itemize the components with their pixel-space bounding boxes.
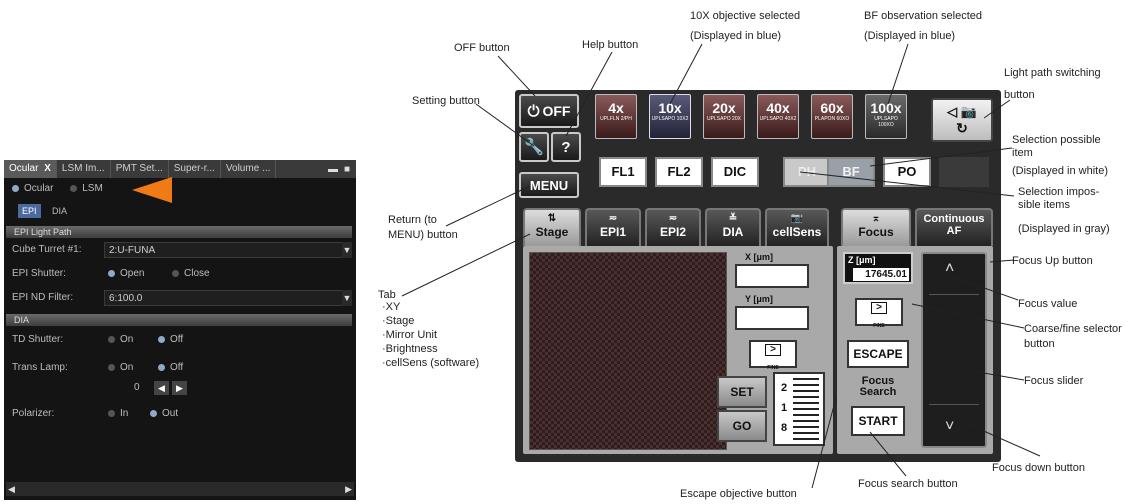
- callout-coarse-fine: Coarse/fine selector button: [1024, 323, 1122, 350]
- escape-objective-leader-line: [811, 397, 837, 489]
- callout-bf-note: (Displayed in blue): [864, 30, 956, 42]
- callout-tab-item: ·Mirror Unit: [382, 329, 437, 341]
- impossible-leader-line: [799, 171, 1015, 197]
- callout-escape-objective: Escape objective button: [680, 488, 797, 500]
- help-leader-line: [565, 51, 613, 137]
- callout-focus-up: Focus Up button: [1012, 255, 1093, 267]
- off-leader-line: [497, 55, 536, 97]
- objective-leader-line: [669, 43, 703, 105]
- callout-bf-selected: BF observation selected: [864, 10, 983, 22]
- callout-tab-item: ·cellSens (software): [382, 357, 480, 369]
- callout-light-path: Light path switching button: [1004, 67, 1101, 101]
- callout-possible-note: (Displayed in white): [1012, 165, 1108, 177]
- callout-selection-possible: Selection possible item: [1012, 134, 1101, 159]
- callout-help-button: Help button: [582, 39, 639, 51]
- callout-focus-value: Focus value: [1018, 298, 1078, 310]
- callout-tab-item: ·Stage: [382, 315, 415, 327]
- callout-selection-impossible: Selection impos-sible items: [1018, 186, 1100, 211]
- focus-slider-leader-line: [965, 369, 1025, 381]
- callout-return-menu: Return (to MENU) button: [388, 214, 458, 241]
- tab-leader-line: [401, 233, 531, 297]
- bf-leader-line: [887, 43, 909, 105]
- callout-focus-down: Focus down button: [992, 462, 1085, 474]
- callout-objective-note: (Displayed in blue): [690, 30, 782, 42]
- focus-search-leader-line: [869, 431, 907, 477]
- callout-focus-search: Focus search button: [858, 478, 958, 490]
- coarse-fine-leader-line: [911, 303, 1025, 329]
- focus-value-leader-line: [927, 267, 1019, 301]
- callout-impossible-note: (Displayed in gray): [1018, 223, 1110, 235]
- callout-focus-slider: Focus slider: [1024, 375, 1084, 387]
- callout-leader-lines: [401, 43, 1041, 489]
- callout-setting-button: Setting button: [412, 95, 480, 107]
- callout-off-button: OFF button: [454, 42, 510, 54]
- setting-leader-line: [475, 103, 535, 147]
- possible-leader-line: [869, 147, 1013, 167]
- focus-up-leader-line: [989, 259, 1015, 263]
- callout-tab-item: ·XY: [382, 301, 401, 313]
- callout-objective-selected: 10X objective selected: [690, 10, 801, 22]
- focus-down-leader-line: [967, 423, 1041, 457]
- callout-tab-item: ·Brightness: [382, 343, 438, 355]
